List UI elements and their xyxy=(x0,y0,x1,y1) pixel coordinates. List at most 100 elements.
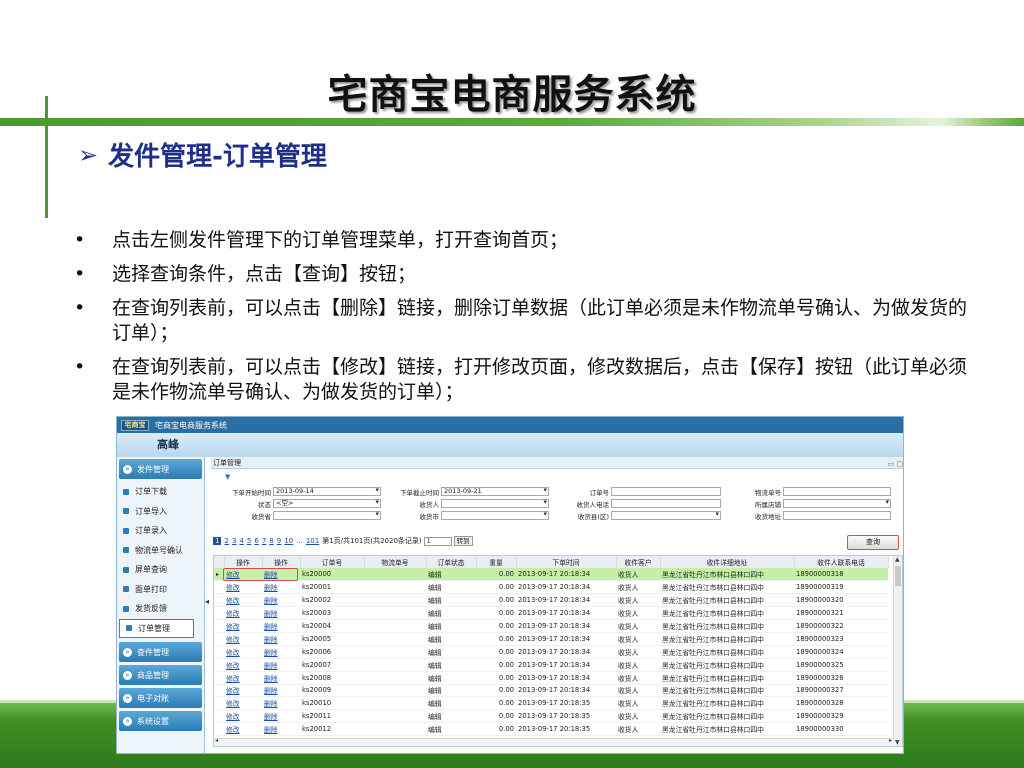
table-row[interactable]: 修改 删除 ks20001 编辑 0.00 2013-09-17 20:18:34 收货人黑… xyxy=(214,580,888,595)
delete-link[interactable]: 删除 xyxy=(262,722,300,737)
window-buttons-icon[interactable]: ▭ ▢ xyxy=(888,458,903,470)
sidebar-item-waybill-print[interactable]: 面单打印 xyxy=(117,580,204,600)
table-row[interactable]: 修改 删除 ks20012 编辑 0.00 2013-09-17 20:18:35 收货人黑… xyxy=(214,722,888,737)
delete-link[interactable]: 删除 xyxy=(262,709,300,724)
province-select[interactable] xyxy=(273,511,381,520)
table-row[interactable]: 修改 删除 ks20006 编辑 0.00 2013-09-17 20:18:34 收货人黑… xyxy=(214,645,888,659)
query-button[interactable]: 查询 xyxy=(847,535,899,550)
column-header[interactable]: 订单号 xyxy=(300,556,365,568)
page-link[interactable]: 6 xyxy=(254,537,258,545)
table-row[interactable]: 修改 删除 ks20010 编辑 0.00 2013-09-17 20:18:35 收货人黑… xyxy=(214,696,888,711)
table-row[interactable]: 修改 删除 ks20005 编辑 0.00 2013-09-17 20:18:34 收货人黑… xyxy=(214,632,888,646)
start-time-field[interactable]: 2013-09-14 xyxy=(273,487,381,496)
sidebar-item-shipping-feedback[interactable]: 发货反馈 xyxy=(117,599,204,619)
delete-link[interactable]: 删除 xyxy=(262,619,300,633)
edit-link[interactable]: 修改 xyxy=(224,684,262,698)
edit-link[interactable]: 修改 xyxy=(224,580,262,595)
delete-link[interactable]: 删除 xyxy=(262,658,300,672)
delete-link[interactable]: 删除 xyxy=(262,684,300,698)
delete-link[interactable]: 删除 xyxy=(262,593,300,608)
edit-link[interactable]: 修改 xyxy=(224,568,262,582)
sidebar-item-tracking-confirm[interactable]: 物流单号确认 xyxy=(117,541,204,561)
sidebar-item-order-import[interactable]: 订单导入 xyxy=(117,502,204,522)
collapse-filter-icon[interactable]: ▼ xyxy=(225,473,230,481)
sidebar-item-order-entry[interactable]: 订单录入 xyxy=(117,521,204,541)
sidebar-group-settings[interactable]: » 系统设置 xyxy=(119,711,202,731)
delete-link[interactable]: 删除 xyxy=(262,671,300,685)
sidebar-item-order-management[interactable]: 订单管理 xyxy=(119,618,194,638)
tracking-no-input[interactable] xyxy=(783,487,891,496)
table-row[interactable]: ▸ 修改 删除 ks20000 编辑 0.00 2013-09-17 20:18:34 收货人… xyxy=(214,568,888,582)
page-goto-button[interactable]: 转到 xyxy=(453,536,473,546)
order-no-input[interactable] xyxy=(611,487,721,496)
column-header[interactable]: 订单状态 xyxy=(426,556,477,568)
table-row[interactable]: 修改 删除 ks20002 编辑 0.00 2013-09-17 20:18:34 收货人黑… xyxy=(214,593,888,608)
edit-link[interactable]: 修改 xyxy=(224,709,262,724)
sidebar-group-tracking[interactable]: » 查件管理 xyxy=(119,642,202,662)
delete-link[interactable]: 删除 xyxy=(262,696,300,711)
sidebar-item-order-query[interactable]: 屏单查询 xyxy=(117,560,204,580)
phone-input[interactable] xyxy=(611,499,721,508)
horizontal-scrollbar[interactable]: ◂ ▸ xyxy=(214,737,894,746)
page-goto-input[interactable]: 1 xyxy=(423,536,452,546)
page-link[interactable]: 7 xyxy=(262,537,266,545)
table-row[interactable]: 修改 删除 ks20011 编辑 0.00 2013-09-17 20:18:35 收货人黑… xyxy=(214,709,888,724)
edit-link[interactable]: 修改 xyxy=(224,671,262,685)
page-link[interactable]: 1 xyxy=(213,537,222,545)
column-header[interactable]: 收件客户 xyxy=(616,556,661,568)
app-screenshot: 宅商宝 宅商宝电商服务系统 高峰 » 发件管理 订单下载 订单导入 订单录入 物… xyxy=(116,416,904,754)
table-row[interactable]: 修改 删除 ks20003 编辑 0.00 2013-09-17 20:18:34 收货人黑… xyxy=(214,606,888,621)
page-link[interactable]: 4 xyxy=(239,537,243,545)
page-link[interactable]: 3 xyxy=(232,537,236,545)
edit-link[interactable]: 修改 xyxy=(224,696,262,711)
edit-link[interactable]: 修改 xyxy=(224,619,262,633)
edit-link[interactable]: 修改 xyxy=(224,722,262,737)
table-row[interactable]: 修改 删除 ks20004 编辑 0.00 2013-09-17 20:18:34 收货人黑… xyxy=(214,619,888,633)
scroll-right-icon[interactable]: ▸ xyxy=(889,737,892,744)
status-select[interactable]: <空> xyxy=(273,499,381,508)
scroll-up-icon[interactable]: ▲ xyxy=(895,556,900,563)
sidebar-item-order-download[interactable]: 订单下载 xyxy=(117,482,204,502)
vertical-scrollbar[interactable]: ▲ ▼ xyxy=(893,556,902,746)
scroll-thumb[interactable] xyxy=(895,566,901,586)
delete-link[interactable]: 删除 xyxy=(262,632,300,646)
sidebar-group-reconciliation[interactable]: » 电子对账 xyxy=(119,688,202,708)
city-select[interactable] xyxy=(441,511,549,520)
delete-link[interactable]: 删除 xyxy=(262,568,300,582)
tracking-no-cell xyxy=(364,658,426,672)
edit-link[interactable]: 修改 xyxy=(224,593,262,608)
page-link[interactable]: 2 xyxy=(224,537,228,545)
column-header[interactable]: 重量 xyxy=(476,556,517,568)
page-link[interactable]: 9 xyxy=(277,537,281,545)
delete-link[interactable]: 删除 xyxy=(262,645,300,659)
table-row[interactable]: 修改 删除 ks20009 编辑 0.00 2013-09-17 20:18:34 收货人黑… xyxy=(214,684,888,698)
sidebar-bullet-icon xyxy=(123,527,129,534)
county-select[interactable] xyxy=(611,511,721,520)
address-input[interactable] xyxy=(783,511,891,520)
edit-link[interactable]: 修改 xyxy=(224,606,262,621)
delete-link[interactable]: 删除 xyxy=(262,580,300,595)
end-time-field[interactable]: 2013-09-21 xyxy=(441,487,549,496)
delete-link[interactable]: 删除 xyxy=(262,606,300,621)
page-link[interactable]: 101 xyxy=(306,537,319,545)
sidebar-group-send[interactable]: » 发件管理 xyxy=(119,459,202,479)
sidebar-bullet-icon xyxy=(123,488,129,495)
page-link[interactable]: 8 xyxy=(269,537,273,545)
edit-link[interactable]: 修改 xyxy=(224,658,262,672)
scroll-left-icon[interactable]: ◂ xyxy=(215,737,218,744)
column-header[interactable]: 收件详细地址 xyxy=(660,556,795,568)
table-row[interactable]: 修改 删除 ks20007 编辑 0.00 2013-09-17 20:18:34 收货人黑… xyxy=(214,658,888,672)
edit-link[interactable]: 修改 xyxy=(224,645,262,659)
page-link[interactable]: 5 xyxy=(247,537,251,545)
scroll-down-icon[interactable]: ▼ xyxy=(895,739,900,746)
receiver-input[interactable] xyxy=(441,499,549,508)
column-header[interactable]: 收件人联系电话 xyxy=(794,556,889,568)
column-header[interactable]: 物流单号 xyxy=(364,556,427,568)
page-link[interactable]: 10 xyxy=(284,537,293,545)
store-select[interactable] xyxy=(783,499,891,508)
table-row[interactable]: 修改 删除 ks20008 编辑 0.00 2013-09-17 20:18:34 收货人黑… xyxy=(214,671,888,685)
column-header[interactable]: 下单时间 xyxy=(516,556,617,568)
sidebar-group-products[interactable]: » 商品管理 xyxy=(119,665,202,685)
edit-link[interactable]: 修改 xyxy=(224,632,262,646)
tracking-no-cell xyxy=(364,671,426,685)
